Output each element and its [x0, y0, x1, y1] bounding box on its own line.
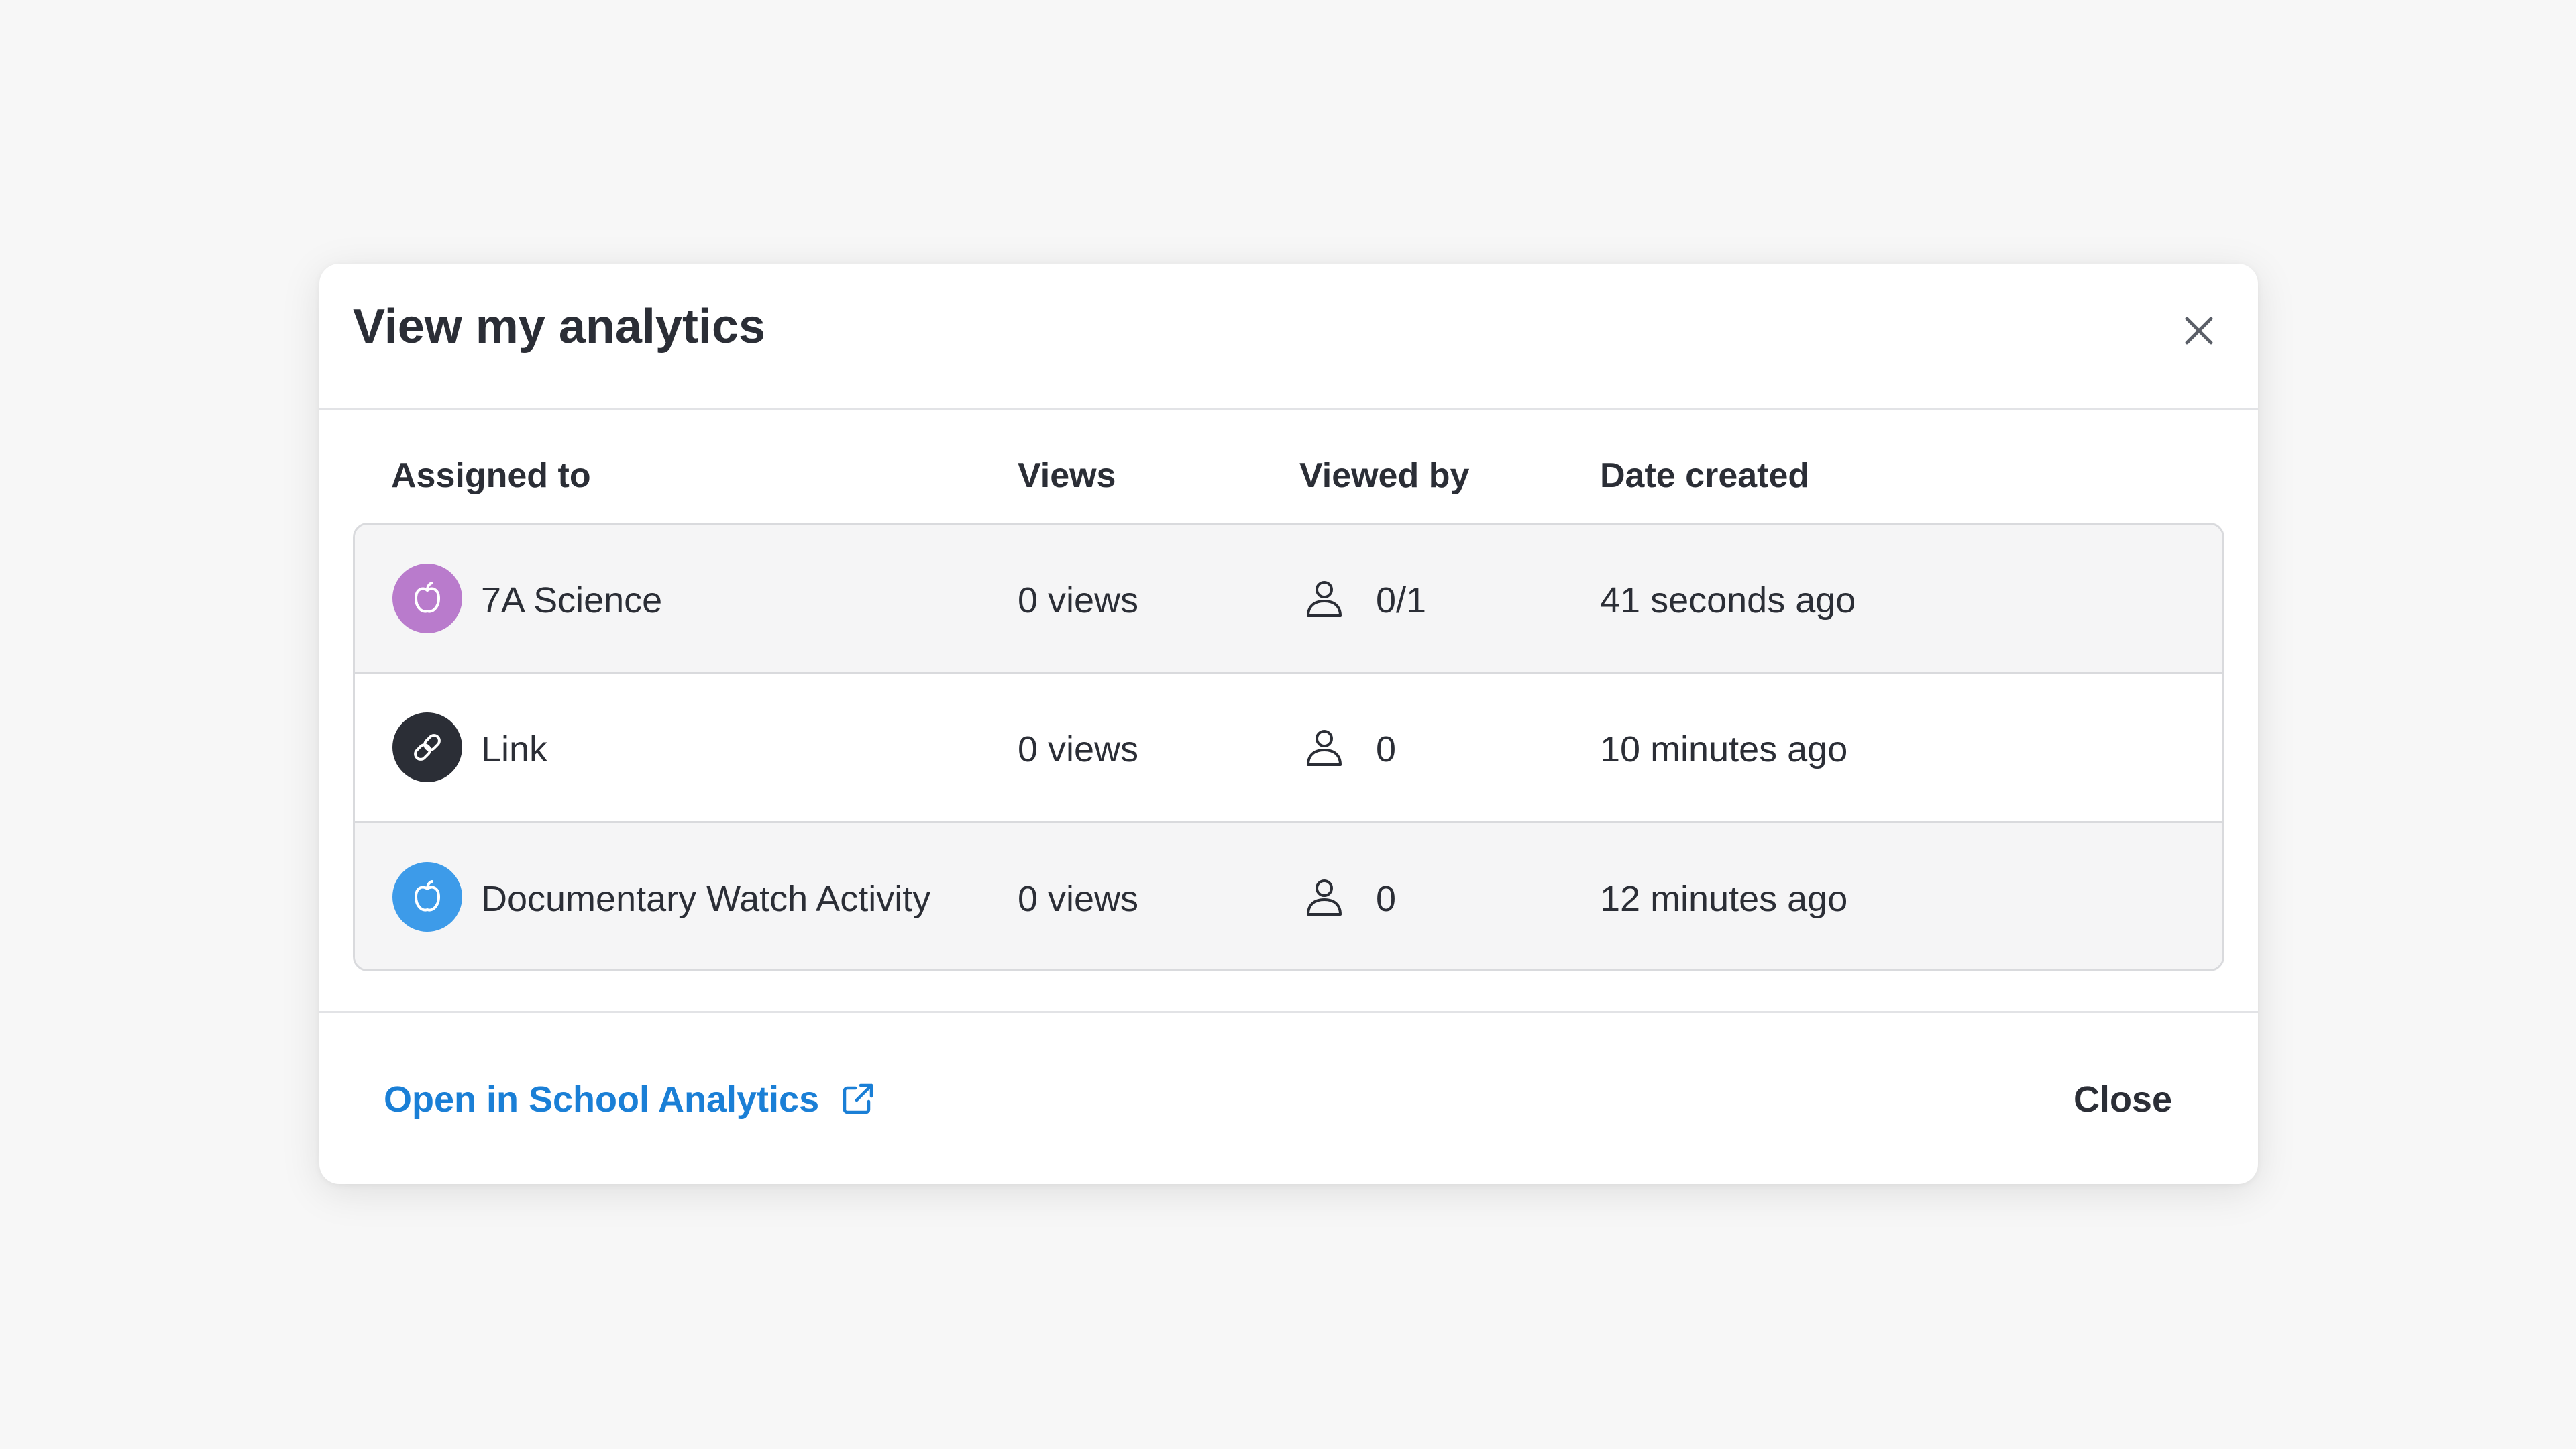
modal-footer: Open in School Analytics Close [319, 1011, 2258, 1184]
views-cell: 0 views [1018, 580, 1139, 621]
views-cell: 0 views [1018, 729, 1139, 769]
external-link-icon [839, 1081, 875, 1118]
assigned-to-cell: Link [481, 729, 548, 769]
person-icon [1303, 726, 1346, 769]
column-header-assigned-to: Assigned to [391, 456, 591, 495]
date-created-cell: 12 minutes ago [1600, 879, 1848, 919]
column-header-viewed-by: Viewed by [1299, 456, 1470, 495]
date-created-cell: 41 seconds ago [1600, 580, 1856, 621]
open-in-school-analytics-link[interactable]: Open in School Analytics [384, 1081, 875, 1118]
views-cell: 0 views [1018, 879, 1139, 919]
open-link-label: Open in School Analytics [384, 1079, 820, 1120]
assigned-to-cell: Documentary Watch Activity [481, 879, 931, 919]
analytics-table: 7A Science 0 views 0/1 41 seconds ago Li… [353, 523, 2224, 971]
table-row[interactable]: 7A Science 0 views 0/1 41 seconds ago [355, 525, 2222, 674]
table-header: Assigned to Views Viewed by Date created [319, 410, 2258, 517]
close-button[interactable]: Close [2074, 1081, 2172, 1118]
viewed-by-cell: 0 [1376, 729, 1397, 769]
assigned-to-cell: 7A Science [481, 580, 663, 621]
date-created-cell: 10 minutes ago [1600, 729, 1848, 769]
table-row[interactable]: Documentary Watch Activity 0 views 0 12 … [355, 823, 2222, 969]
close-icon[interactable] [2179, 311, 2219, 351]
table-row[interactable]: Link 0 views 0 10 minutes ago [355, 674, 2222, 823]
apple-icon [392, 862, 462, 932]
viewed-by-cell: 0/1 [1376, 580, 1427, 621]
column-header-views: Views [1018, 456, 1116, 495]
column-header-date-created: Date created [1600, 456, 1810, 495]
modal-header: View my analytics [319, 264, 2258, 410]
person-icon [1303, 577, 1346, 620]
modal-title: View my analytics [353, 300, 766, 354]
analytics-modal: View my analytics Assigned to Views View… [319, 264, 2258, 1184]
viewed-by-cell: 0 [1376, 879, 1397, 919]
apple-icon [392, 564, 462, 633]
link-icon [392, 712, 462, 782]
person-icon [1303, 875, 1346, 918]
